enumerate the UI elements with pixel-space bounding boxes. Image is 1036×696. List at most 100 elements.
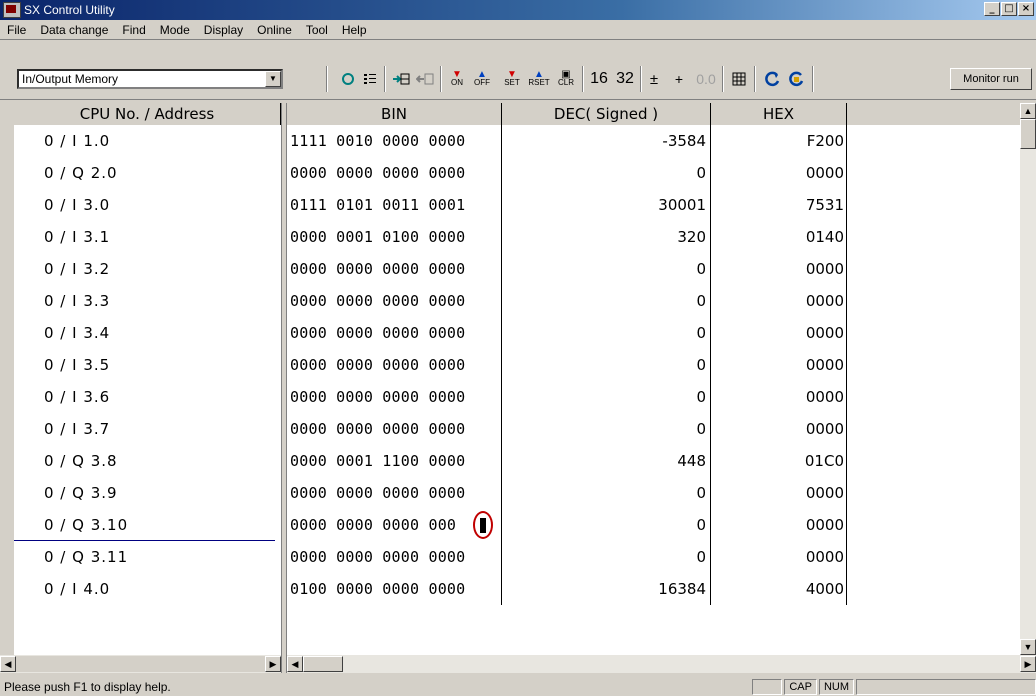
insert-row-icon[interactable] <box>390 68 412 90</box>
dec-cell[interactable]: 0 <box>502 253 711 285</box>
dec-cell[interactable]: 30001 <box>502 189 711 221</box>
scroll-down-icon[interactable]: ▼ <box>1020 639 1036 655</box>
menu-mode[interactable]: Mode <box>153 23 197 37</box>
scroll-right-icon[interactable]: ▶ <box>265 656 281 672</box>
dec-cell[interactable]: 0 <box>502 541 711 573</box>
scroll-thumb[interactable] <box>1020 119 1036 149</box>
bin-cell[interactable]: 0000 0000 0000 0000 <box>287 413 502 445</box>
close-button[interactable]: × <box>1018 2 1034 16</box>
scroll-left-icon[interactable]: ◀ <box>0 656 16 672</box>
rset-button[interactable]: ▲ RSET <box>526 68 552 90</box>
bin-cell-editing[interactable]: 0000 0000 0000 000 <box>287 509 502 541</box>
bin-cell[interactable]: 0000 0000 0000 0000 <box>287 349 502 381</box>
hex-cell[interactable]: 0000 <box>711 509 847 541</box>
refresh-icon[interactable] <box>762 68 784 90</box>
off-button[interactable]: ▲ OFF <box>470 68 494 90</box>
bin-cell[interactable]: 0000 0001 1100 0000 <box>287 445 502 477</box>
address-cell-selected[interactable]: 0 / Q 3.10 <box>14 509 275 541</box>
hex-cell[interactable]: 0000 <box>711 253 847 285</box>
on-button[interactable]: ▼ ON <box>446 68 468 90</box>
address-horizontal-scrollbar[interactable]: ◀ ▶ <box>0 655 281 673</box>
monitor-refresh-icon[interactable] <box>786 68 808 90</box>
menu-online[interactable]: Online <box>250 23 299 37</box>
scroll-track[interactable] <box>16 656 265 672</box>
address-cell[interactable]: 0 / I 3.5 <box>14 349 110 381</box>
dec-cell[interactable]: -3584 <box>502 125 711 157</box>
column-header-address[interactable]: CPU No. / Address <box>14 103 281 125</box>
clr-button[interactable]: ▣ CLR <box>554 68 578 90</box>
maximize-button[interactable]: □ <box>1001 2 1017 16</box>
dec-cell[interactable]: 0 <box>502 381 711 413</box>
address-cell[interactable]: 0 / Q 3.8 <box>14 445 118 477</box>
address-cell[interactable]: 0 / I 3.1 <box>14 221 110 253</box>
bin-cell[interactable]: 0000 0001 0100 0000 <box>287 221 502 253</box>
hex-cell[interactable]: 0000 <box>711 285 847 317</box>
menu-tool[interactable]: Tool <box>299 23 335 37</box>
dec-cell[interactable]: 0 <box>502 285 711 317</box>
address-cell[interactable]: 0 / I 3.3 <box>14 285 110 317</box>
bin-cell[interactable]: 0000 0000 0000 0000 <box>287 253 502 285</box>
hex-cell[interactable]: 0000 <box>711 157 847 189</box>
monitor-run-button[interactable]: Monitor run <box>950 68 1032 90</box>
dec-cell[interactable]: 0 <box>502 317 711 349</box>
hex-cell[interactable]: 0140 <box>711 221 847 253</box>
bin-cell[interactable]: 1111 0010 0000 0000 <box>287 125 502 157</box>
bin-cell[interactable]: 0000 0000 0000 0000 <box>287 285 502 317</box>
column-header-hex[interactable]: HEX <box>711 103 847 125</box>
bin-cell[interactable]: 0000 0000 0000 0000 <box>287 477 502 509</box>
hex-cell[interactable]: 7531 <box>711 189 847 221</box>
grid-icon[interactable] <box>728 68 750 90</box>
hex-cell[interactable]: 0000 <box>711 477 847 509</box>
hex-cell[interactable]: 0000 <box>711 541 847 573</box>
bits-32-button[interactable]: 32 <box>612 68 638 90</box>
memory-select[interactable]: In/Output Memory ▼ <box>17 69 283 89</box>
unsigned-button[interactable]: + <box>670 68 688 90</box>
dec-cell[interactable]: 16384 <box>502 573 711 605</box>
delete-row-icon[interactable] <box>414 68 436 90</box>
bin-cell[interactable]: 0000 0000 0000 0000 <box>287 157 502 189</box>
address-cell[interactable]: 0 / Q 3.9 <box>14 477 118 509</box>
dec-cell[interactable]: 0 <box>502 157 711 189</box>
dec-cell[interactable]: 0 <box>502 509 711 541</box>
scroll-thumb[interactable] <box>303 656 343 672</box>
address-cell[interactable]: 0 / I 1.0 <box>14 125 110 157</box>
scroll-right-icon[interactable]: ▶ <box>1020 656 1036 672</box>
address-cell[interactable]: 0 / I 3.0 <box>14 189 110 221</box>
address-cell[interactable]: 0 / Q 3.11 <box>14 541 128 573</box>
menu-find[interactable]: Find <box>115 23 152 37</box>
scroll-left-icon[interactable]: ◀ <box>287 656 303 672</box>
chevron-down-icon[interactable]: ▼ <box>265 71 281 87</box>
float-button[interactable]: 0.0 <box>692 68 720 90</box>
hex-cell[interactable]: 01C0 <box>711 445 847 477</box>
hex-cell[interactable]: 0000 <box>711 349 847 381</box>
dec-cell[interactable]: 0 <box>502 349 711 381</box>
address-cell[interactable]: 0 / I 3.4 <box>14 317 110 349</box>
hex-cell[interactable]: 0000 <box>711 381 847 413</box>
column-header-bin[interactable]: BIN <box>287 103 502 125</box>
bin-cell[interactable]: 0111 0101 0011 0001 <box>287 189 502 221</box>
data-horizontal-scrollbar[interactable]: ◀ ▶ <box>287 655 1036 673</box>
address-cell[interactable]: 0 / I 3.6 <box>14 381 110 413</box>
dec-cell[interactable]: 448 <box>502 445 711 477</box>
dec-cell[interactable]: 320 <box>502 221 711 253</box>
menu-file[interactable]: File <box>0 23 33 37</box>
address-cell[interactable]: 0 / I 3.7 <box>14 413 110 445</box>
minimize-button[interactable]: _ <box>984 2 1000 16</box>
bin-cell[interactable]: 0000 0000 0000 0000 <box>287 541 502 573</box>
menu-help[interactable]: Help <box>335 23 374 37</box>
bin-cell[interactable]: 0000 0000 0000 0000 <box>287 317 502 349</box>
set-button[interactable]: ▼ SET <box>500 68 524 90</box>
menu-display[interactable]: Display <box>197 23 250 37</box>
dec-cell[interactable]: 0 <box>502 477 711 509</box>
address-cell[interactable]: 0 / Q 2.0 <box>14 157 118 189</box>
dec-cell[interactable]: 0 <box>502 413 711 445</box>
circle-icon[interactable] <box>338 68 358 90</box>
scroll-up-icon[interactable]: ▲ <box>1020 103 1036 119</box>
column-header-dec[interactable]: DEC( Signed ) <box>502 103 711 125</box>
address-cell[interactable]: 0 / I 3.2 <box>14 253 110 285</box>
bin-cell[interactable]: 0000 0000 0000 0000 <box>287 381 502 413</box>
hex-cell[interactable]: 0000 <box>711 317 847 349</box>
pane-splitter[interactable] <box>281 103 287 673</box>
hex-cell[interactable]: 4000 <box>711 573 847 605</box>
vertical-scrollbar[interactable]: ▲ ▼ <box>1020 103 1036 655</box>
